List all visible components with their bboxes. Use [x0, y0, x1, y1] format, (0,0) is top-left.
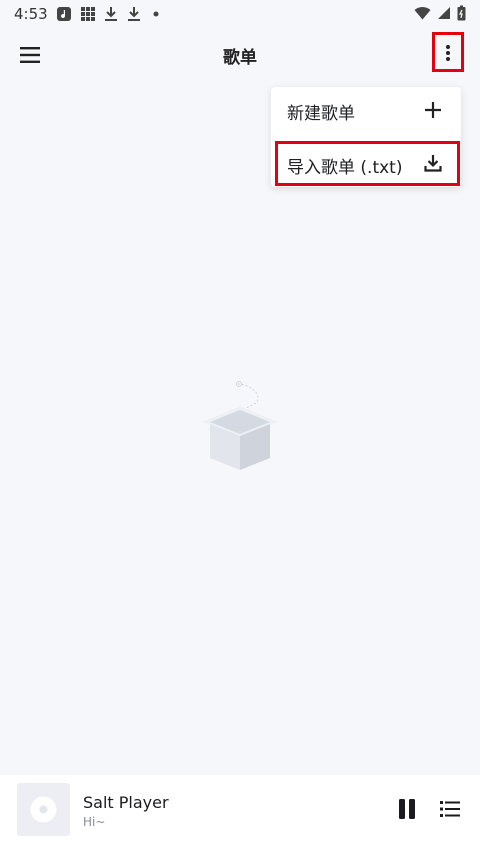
more-options-button[interactable] — [432, 32, 464, 72]
pause-icon — [399, 799, 415, 819]
download-notification-icon — [128, 7, 140, 21]
status-bar: 4:53 — [0, 0, 480, 28]
download-notification-icon — [105, 7, 117, 21]
track-title: Salt Player — [83, 793, 169, 812]
annotation-highlight-import — [275, 141, 460, 186]
queue-list-icon — [440, 801, 460, 817]
dot-notification-icon — [153, 11, 159, 17]
app-notification-icon — [57, 7, 71, 21]
menu-item-new-playlist[interactable]: 新建歌单 — [271, 87, 461, 133]
signal-icon — [438, 7, 450, 19]
more-vert-icon — [446, 45, 450, 61]
top-app-bar: 歌单 — [0, 30, 480, 80]
track-subtitle: Hi~ — [83, 815, 106, 829]
battery-icon — [457, 5, 466, 21]
plus-icon — [425, 102, 441, 118]
pause-button[interactable] — [396, 797, 418, 821]
menu-item-label: 新建歌单 — [287, 104, 355, 124]
wifi-icon — [414, 6, 431, 20]
page-title: 歌单 — [223, 48, 257, 68]
empty-box-icon — [202, 381, 278, 470]
queue-button[interactable] — [438, 797, 462, 821]
grid-notification-icon — [81, 7, 95, 21]
album-cover[interactable] — [17, 783, 70, 836]
status-time: 4:53 — [14, 5, 48, 23]
mini-player[interactable]: Salt Player Hi~ — [0, 775, 480, 854]
disc-icon — [30, 796, 57, 823]
